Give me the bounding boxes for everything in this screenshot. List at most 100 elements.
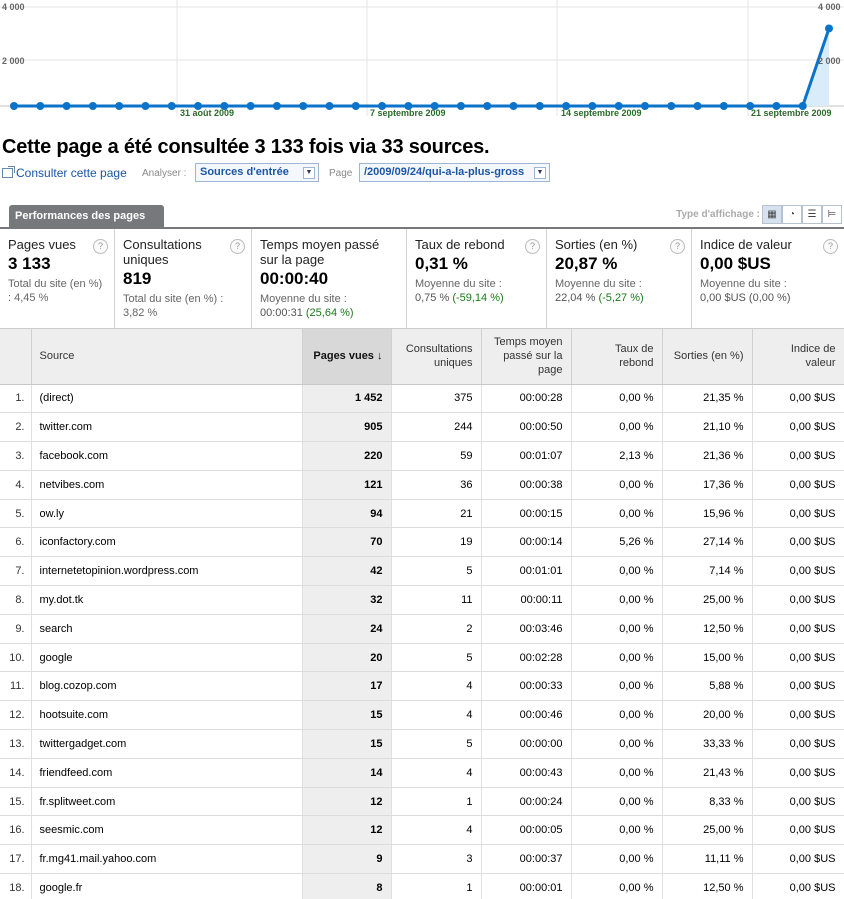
row-source[interactable]: ow.ly <box>31 499 303 529</box>
row-source[interactable]: hootsuite.com <box>31 700 303 731</box>
table-row[interactable]: 11. blog.cozop.com 17 4 00:00:33 0,00 % 5,88 %… <box>0 671 844 702</box>
scorecard-value: 0,31 % <box>415 254 468 273</box>
scorecard-value: 3 133 <box>8 254 51 273</box>
row-source[interactable]: search <box>31 614 303 644</box>
table-row[interactable]: 4. netvibes.com 121 36 00:00:38 0,00 % 17,36 %… <box>0 470 844 500</box>
row-consultations-uniques: 244 <box>391 412 482 443</box>
scorecard-sub-delta: (-5,27 %) <box>598 292 644 304</box>
row-source[interactable]: google.fr <box>31 873 303 899</box>
table-row[interactable]: 6. iconfactory.com 70 19 00:00:14 5,26 % 27,14… <box>0 527 844 558</box>
row-source[interactable]: blog.cozop.com <box>31 671 303 702</box>
row-source[interactable]: twittergadget.com <box>31 729 303 759</box>
row-taux-de-rebond: 0,00 % <box>571 671 663 702</box>
table-row[interactable]: 10. google 20 5 00:02:28 0,00 % 15,00 % 0,00 $U… <box>0 643 844 673</box>
row-source[interactable]: seesmic.com <box>31 815 303 846</box>
row-temps-moyen: 00:02:28 <box>481 643 572 673</box>
table-view-icon[interactable]: ▦ <box>762 205 782 224</box>
row-source[interactable]: (direct) <box>31 384 303 414</box>
scorecard-pages-vues: Pages vues 3 133 Total du site (en %) : … <box>0 229 115 329</box>
table-row[interactable]: 12. hootsuite.com 15 4 00:00:46 0,00 % 20,00 %… <box>0 700 844 731</box>
row-source[interactable]: friendfeed.com <box>31 758 303 788</box>
tab-performances-des-pages[interactable]: Performances des pages <box>9 205 164 227</box>
row-sorties: 27,14 % <box>662 527 753 558</box>
page-dropdown[interactable]: /2009/09/24/qui-a-la-plus-gross ▼ <box>359 163 550 182</box>
row-source[interactable]: my.dot.tk <box>31 585 303 615</box>
scorecard-sub-delta: (-59,14 %) <box>452 292 504 304</box>
col-header-indice-de-valeur[interactable]: Indice de valeur <box>752 329 844 385</box>
data-point <box>36 102 45 110</box>
table-row[interactable]: 7. internetetopinion.wordpress.com 42 5 00:0… <box>0 556 844 587</box>
row-index: 7. <box>0 556 32 587</box>
row-pages-vues: 8 <box>302 873 392 899</box>
row-taux-de-rebond: 0,00 % <box>571 643 663 673</box>
row-source[interactable]: netvibes.com <box>31 470 303 500</box>
row-source[interactable]: fr.mg41.mail.yahoo.com <box>31 844 303 875</box>
scorecard-sub-delta: (25,64 %) <box>305 307 354 319</box>
row-taux-de-rebond: 0,00 % <box>571 499 663 529</box>
row-indice-de-valeur: 0,00 $US <box>752 700 844 731</box>
row-index: 2. <box>0 412 32 443</box>
series-line <box>14 27 831 108</box>
table-row[interactable]: 17. fr.mg41.mail.yahoo.com 9 3 00:00:37 0,00 … <box>0 844 844 875</box>
table-row[interactable]: 2. twitter.com 905 244 00:00:50 0,00 % 21,10 %… <box>0 412 844 443</box>
row-sorties: 25,00 % <box>662 585 753 615</box>
row-temps-moyen: 00:00:38 <box>481 470 572 500</box>
analyse-dropdown[interactable]: Sources d'entrée ▼ <box>195 163 319 182</box>
table-row[interactable]: 3. facebook.com 220 59 00:01:07 2,13 % 21,36 %… <box>0 441 844 471</box>
row-consultations-uniques: 5 <box>391 643 482 673</box>
row-sorties: 17,36 % <box>662 470 753 500</box>
col-header-temps-moyen[interactable]: Temps moyen passé sur la page <box>481 329 572 385</box>
pivot-view-icon[interactable]: ⊨ <box>822 205 842 224</box>
pie-view-icon[interactable]: ◔ <box>782 205 802 224</box>
table-row[interactable]: 13. twittergadget.com 15 5 00:00:00 0,00 % 33,… <box>0 729 844 759</box>
row-source[interactable]: twitter.com <box>31 412 303 443</box>
help-icon[interactable]: ? <box>93 239 108 254</box>
col-header-sorties[interactable]: Sorties (en %) <box>662 329 753 385</box>
summary-scorecards: Pages vues 3 133 Total du site (en %) : … <box>0 229 844 329</box>
row-pages-vues: 12 <box>302 815 392 846</box>
bar-view-icon[interactable]: ☰ <box>802 205 822 224</box>
table-row[interactable]: 14. friendfeed.com 14 4 00:00:43 0,00 % 21,43 … <box>0 758 844 788</box>
row-index: 9. <box>0 614 32 644</box>
help-icon[interactable]: ? <box>525 239 540 254</box>
row-indice-de-valeur: 0,00 $US <box>752 384 844 414</box>
table-row[interactable]: 16. seesmic.com 12 4 00:00:05 0,00 % 25,00 % 0,… <box>0 815 844 846</box>
row-index: 8. <box>0 585 32 615</box>
table-row[interactable]: 1. (direct) 1 452 375 00:00:28 0,00 % 21,35 % 0… <box>0 384 844 414</box>
col-header-source[interactable]: Source <box>31 329 303 385</box>
row-indice-de-valeur: 0,00 $US <box>752 614 844 644</box>
col-header-pages-vues[interactable]: Pages vues ↓ <box>302 329 392 385</box>
row-indice-de-valeur: 0,00 $US <box>752 873 844 899</box>
table-row[interactable]: 18. google.fr 8 1 00:00:01 0,00 % 12,50 % 0,00 … <box>0 873 844 899</box>
row-taux-de-rebond: 0,00 % <box>571 873 663 899</box>
help-icon[interactable]: ? <box>670 239 685 254</box>
consult-page-link[interactable]: Consulter cette page <box>2 166 127 180</box>
help-icon[interactable]: ? <box>230 239 245 254</box>
table-row[interactable]: 8. my.dot.tk 32 11 00:00:11 0,00 % 25,00 % 0,00… <box>0 585 844 615</box>
table-row[interactable]: 15. fr.splitweet.com 12 1 00:00:24 0,00 % 8,33… <box>0 787 844 817</box>
col-header-consultations-uniques[interactable]: Consultations uniques <box>391 329 482 385</box>
data-point <box>351 102 360 110</box>
row-temps-moyen: 00:00:14 <box>481 527 572 558</box>
data-point <box>483 102 492 110</box>
scorecard-consultations-uniques: Consultations uniques 819 Total du site … <box>115 229 252 329</box>
help-icon[interactable]: ? <box>823 239 838 254</box>
data-point <box>535 102 544 110</box>
table-row[interactable]: 5. ow.ly 94 21 00:00:15 0,00 % 15,96 % 0,00 $US <box>0 499 844 529</box>
row-source[interactable]: internetetopinion.wordpress.com <box>31 556 303 587</box>
row-source[interactable]: fr.splitweet.com <box>31 787 303 817</box>
table-row[interactable]: 9. search 24 2 00:03:46 0,00 % 12,50 % 0,00 $US <box>0 614 844 644</box>
row-indice-de-valeur: 0,00 $US <box>752 556 844 587</box>
table-header-row: Source Pages vues ↓ Consultations unique… <box>0 329 844 385</box>
row-source[interactable]: iconfactory.com <box>31 527 303 558</box>
row-source[interactable]: google <box>31 643 303 673</box>
row-sorties: 21,10 % <box>662 412 753 443</box>
row-consultations-uniques: 5 <box>391 729 482 759</box>
scorecard-sub: Total du site (en %) : 4,45 % <box>8 278 103 304</box>
scorecard-sub-base: 0,00 $US (0,00 %) <box>700 292 791 304</box>
row-taux-de-rebond: 2,13 % <box>571 441 663 471</box>
col-header-taux-de-rebond[interactable]: Taux de rebond <box>571 329 663 385</box>
row-pages-vues: 905 <box>302 412 392 443</box>
row-source[interactable]: facebook.com <box>31 441 303 471</box>
x-tick-label: 7 septembre 2009 <box>370 108 446 118</box>
